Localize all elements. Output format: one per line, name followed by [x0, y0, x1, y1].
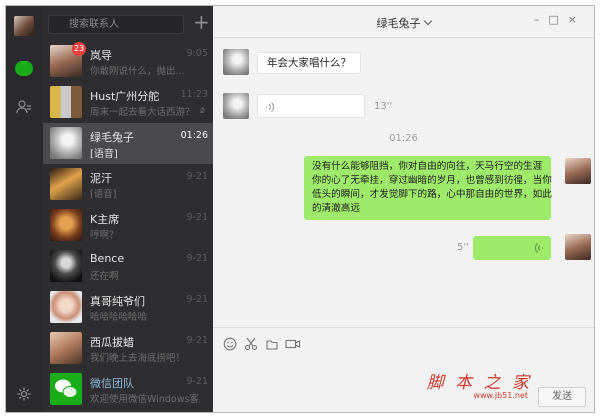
conversation-item[interactable]: 真哥纯爷们 哈哈哈哈哈哈 9-21	[43, 287, 213, 328]
conversation-time: 9-21	[186, 376, 208, 387]
nav-rail	[6, 6, 43, 412]
avatar	[50, 332, 82, 364]
settings-gear-icon[interactable]	[16, 386, 32, 402]
unread-badge: 23	[72, 42, 87, 56]
conversation-name: 岚导	[90, 49, 112, 62]
maximize-icon[interactable]: □	[548, 13, 567, 26]
conversation-time: 9:05	[186, 48, 208, 59]
wechat-team-logo-icon	[50, 373, 82, 405]
conversation-preview: 还在啊	[90, 271, 119, 282]
voice-duration: 5''	[457, 242, 469, 253]
mute-bell-icon	[198, 106, 207, 115]
conversation-item[interactable]: K主席 哼啊？ 9-21	[43, 205, 213, 246]
conversation-item[interactable]: 西瓜拔蜡 我们晚上去海底捞吧！ 9-21	[43, 328, 213, 369]
conversation-name: 西瓜拔蜡	[90, 336, 134, 349]
voice-wave-icon	[535, 243, 543, 253]
conversation-preview: 我们晚上去海底捞吧！	[90, 353, 186, 364]
contacts-icon[interactable]	[16, 99, 32, 115]
my-avatar[interactable]	[565, 234, 591, 260]
conversation-name: K主席	[90, 213, 120, 226]
my-avatar[interactable]	[565, 158, 591, 184]
message-line: 你的心了无牵挂，穿过幽暗的岁月，也曾感到彷徨，当你	[312, 175, 552, 186]
conversation-name: Bence	[90, 252, 125, 265]
contact-avatar[interactable]	[223, 49, 249, 75]
conversation-name: 微信团队	[90, 377, 134, 390]
message-line: 的清澈高远	[312, 203, 360, 214]
emoji-icon[interactable]	[223, 337, 237, 351]
message-line: 没有什么能够阻挡，你对自由的向往，天马行空的生涯	[312, 161, 543, 172]
message-bubble-incoming[interactable]: 年会大家唱什么？	[257, 52, 361, 74]
search-input[interactable]: 搜索联系人	[48, 15, 184, 34]
conversation-item[interactable]: 微信团队 欢迎使用微信Windows客户端 9-21	[43, 369, 213, 410]
chevron-down-icon	[423, 16, 432, 26]
wechat-window: 搜索联系人 + 23 岚导 你敢刚说什么，抛出... 9:05 Hust广州分舵…	[5, 5, 595, 413]
watermark-title: 脚 本 之 家	[426, 373, 532, 393]
chat-tab-icon[interactable]	[15, 61, 33, 76]
input-divider	[213, 327, 594, 328]
conversation-item-active[interactable]: 绿毛兔子 [语音] 01:26	[43, 123, 213, 164]
conversation-preview: 欢迎使用微信Windows客户端	[90, 394, 200, 405]
voice-wave-icon	[266, 102, 274, 112]
conversation-name: 泥汗	[90, 172, 112, 185]
header-divider	[213, 37, 594, 38]
chat-panel: 绿毛兔子 –□× 年会大家唱什么？ 13'' 01:26 没有什么能够阻挡，你对…	[213, 6, 594, 412]
avatar	[50, 168, 82, 200]
voice-duration: 13''	[374, 101, 393, 112]
conversation-preview: 哼啊？	[90, 230, 119, 241]
conversation-time: 9-21	[186, 294, 208, 305]
conversation-item[interactable]: Hust广州分舵 周末一起去看大话西游？ 11:23	[43, 82, 213, 123]
voice-message-incoming[interactable]	[257, 94, 365, 118]
avatar	[50, 291, 82, 323]
window-controls[interactable]: –□×	[534, 13, 586, 26]
conversation-item[interactable]: 23 岚导 你敢刚说什么，抛出... 9:05	[43, 41, 213, 82]
avatar	[50, 250, 82, 282]
conversation-preview: 哈哈哈哈哈哈	[90, 312, 148, 323]
conversation-preview: [语音]	[90, 149, 118, 160]
conversation-time: 11:23	[180, 89, 208, 100]
conversation-time: 9-21	[186, 212, 208, 223]
contact-avatar[interactable]	[223, 93, 249, 119]
wechat-bubbles-icon	[55, 379, 78, 398]
conversation-list: 搜索联系人 + 23 岚导 你敢刚说什么，抛出... 9:05 Hust广州分舵…	[43, 6, 213, 412]
avatar	[50, 127, 82, 159]
my-avatar[interactable]	[14, 16, 34, 36]
add-chat-button[interactable]: +	[193, 12, 210, 32]
message-timestamp: 01:26	[389, 133, 418, 144]
conversation-time: 9-21	[186, 253, 208, 264]
conversation-preview: 周末一起去看大话西游？	[90, 107, 195, 118]
send-button[interactable]: 发送	[538, 387, 586, 407]
chat-title: 绿毛兔子	[376, 17, 421, 30]
avatar	[50, 209, 82, 241]
conversation-name: 真哥纯爷们	[90, 295, 145, 308]
minimize-icon[interactable]: –	[534, 13, 549, 26]
message-bubble-outgoing[interactable]: 没有什么能够阻挡，你对自由的向往，天马行空的生涯 你的心了无牵挂，穿过幽暗的岁月…	[304, 156, 552, 220]
conversation-item[interactable]: 泥汗 [语音] 9-21	[43, 164, 213, 205]
conversation-preview: 你敢刚说什么，抛出...	[90, 66, 185, 77]
watermark-url: www.jb51.net	[473, 391, 528, 400]
message-line: 低头的瞬间，才发觉脚下的路，心中那自由的世界，如此	[312, 189, 552, 200]
scissors-icon[interactable]	[244, 337, 258, 351]
conversation-name: Hust广州分舵	[90, 90, 160, 103]
conversation-items: 23 岚导 你敢刚说什么，抛出... 9:05 Hust广州分舵 周末一起去看大…	[43, 41, 213, 410]
voice-message-outgoing[interactable]	[473, 236, 551, 260]
group-avatar	[50, 86, 82, 118]
conversation-name: 绿毛兔子	[90, 131, 134, 144]
conversation-item[interactable]: Bence 还在啊 9-21	[43, 246, 213, 287]
video-call-icon[interactable]	[285, 337, 301, 351]
conversation-preview: [语音]	[90, 189, 117, 200]
folder-icon[interactable]	[265, 337, 279, 351]
conversation-time: 9-21	[186, 335, 208, 346]
conversation-time: 01:26	[180, 130, 208, 141]
close-icon[interactable]: ×	[568, 13, 586, 26]
conversation-time: 9-21	[186, 171, 208, 182]
